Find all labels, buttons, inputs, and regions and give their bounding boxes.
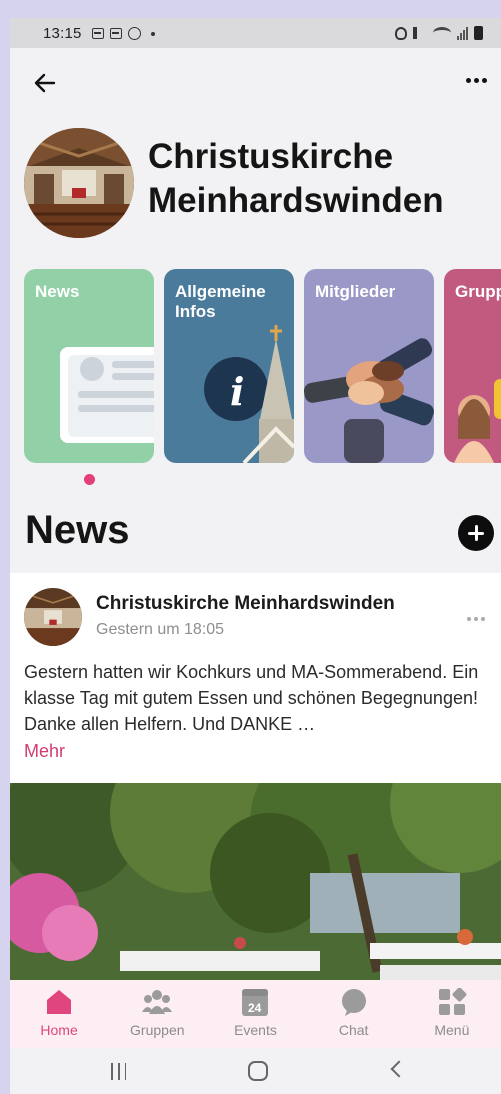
home-icon	[47, 990, 72, 1014]
wifi-icon	[433, 27, 451, 39]
tab-events-label: Events	[234, 1022, 277, 1038]
system-icons	[395, 26, 483, 40]
card-info-label: Allgemeine Infos	[175, 282, 266, 321]
tab-chat[interactable]: Chat	[305, 980, 403, 1048]
system-back-button[interactable]	[390, 1060, 408, 1078]
card-members-label: Mitglieder	[315, 282, 396, 301]
card-info[interactable]: i Allgemeine Infos	[164, 269, 294, 463]
status-bar: 13:15	[10, 18, 501, 48]
bottom-tab-bar: Home Gruppen 24 Events Chat Menü	[10, 980, 501, 1048]
calendar-icon: 24	[242, 989, 269, 1016]
chat-icon	[341, 989, 366, 1016]
carousel-page-indicator	[84, 474, 95, 485]
system-navigation-bar	[10, 1048, 501, 1094]
notification-icon	[110, 28, 122, 39]
mute-icon	[413, 27, 427, 39]
menu-grid-icon	[438, 988, 467, 1015]
group-avatar	[24, 128, 134, 238]
tab-groups-label: Gruppen	[130, 1022, 185, 1038]
card-groups-label: Grupp	[455, 282, 501, 301]
tab-menu-label: Menü	[434, 1022, 470, 1038]
recent-apps-button[interactable]	[111, 1063, 127, 1080]
news-section-title: News	[25, 508, 130, 552]
tab-chat-label: Chat	[338, 1022, 369, 1038]
calendar-day-number: 24	[248, 1001, 262, 1015]
add-news-button[interactable]	[458, 515, 494, 551]
category-carousel: News i Allgemeine Infos Mitglieder Grupp	[24, 269, 501, 463]
notification-icons	[92, 27, 155, 40]
device-frame-left	[0, 0, 10, 1094]
notification-icon	[92, 28, 104, 39]
post-text: Gestern hatten wir Kochkurs und MA-Somme…	[24, 662, 479, 734]
card-members[interactable]: Mitglieder	[304, 269, 434, 463]
battery-icon	[474, 26, 483, 40]
alarm-icon	[395, 26, 407, 40]
status-time: 13:15	[43, 25, 82, 42]
app-bar	[10, 48, 501, 118]
card-news-label: News	[35, 282, 80, 301]
post-author-name[interactable]: Christuskirche Meinhardswinden	[96, 593, 395, 615]
back-arrow-icon[interactable]	[32, 70, 58, 96]
post-photo[interactable]	[10, 783, 501, 983]
tab-menu[interactable]: Menü	[403, 980, 501, 1048]
tab-home-label: Home	[40, 1022, 78, 1038]
group-title: Christuskirche Meinhardswinden	[148, 137, 444, 220]
post-more-options-icon[interactable]	[467, 617, 485, 621]
device-frame-top	[0, 0, 501, 18]
tab-groups[interactable]: Gruppen	[108, 980, 206, 1048]
signal-icon	[457, 26, 468, 40]
groups-icon	[142, 990, 173, 1014]
post-timestamp: Gestern um 18:05	[96, 621, 225, 638]
post-read-more-link[interactable]: Mehr	[24, 741, 65, 762]
card-news[interactable]: News	[24, 269, 154, 463]
more-options-icon[interactable]	[466, 78, 487, 83]
tab-events[interactable]: 24 Events	[206, 980, 304, 1048]
home-button[interactable]	[248, 1061, 268, 1081]
card-groups[interactable]: Grupp	[444, 269, 501, 463]
app-screen: 13:15 Christuskirche Meinhardswinden New…	[10, 18, 501, 1094]
news-post[interactable]: Christuskirche Meinhardswinden Gestern u…	[10, 573, 501, 783]
more-notifications-dot	[151, 31, 155, 36]
svg-text:i: i	[230, 369, 244, 414]
sync-icon	[128, 27, 141, 40]
tab-home[interactable]: Home	[10, 980, 108, 1048]
post-author-avatar[interactable]	[24, 588, 82, 646]
